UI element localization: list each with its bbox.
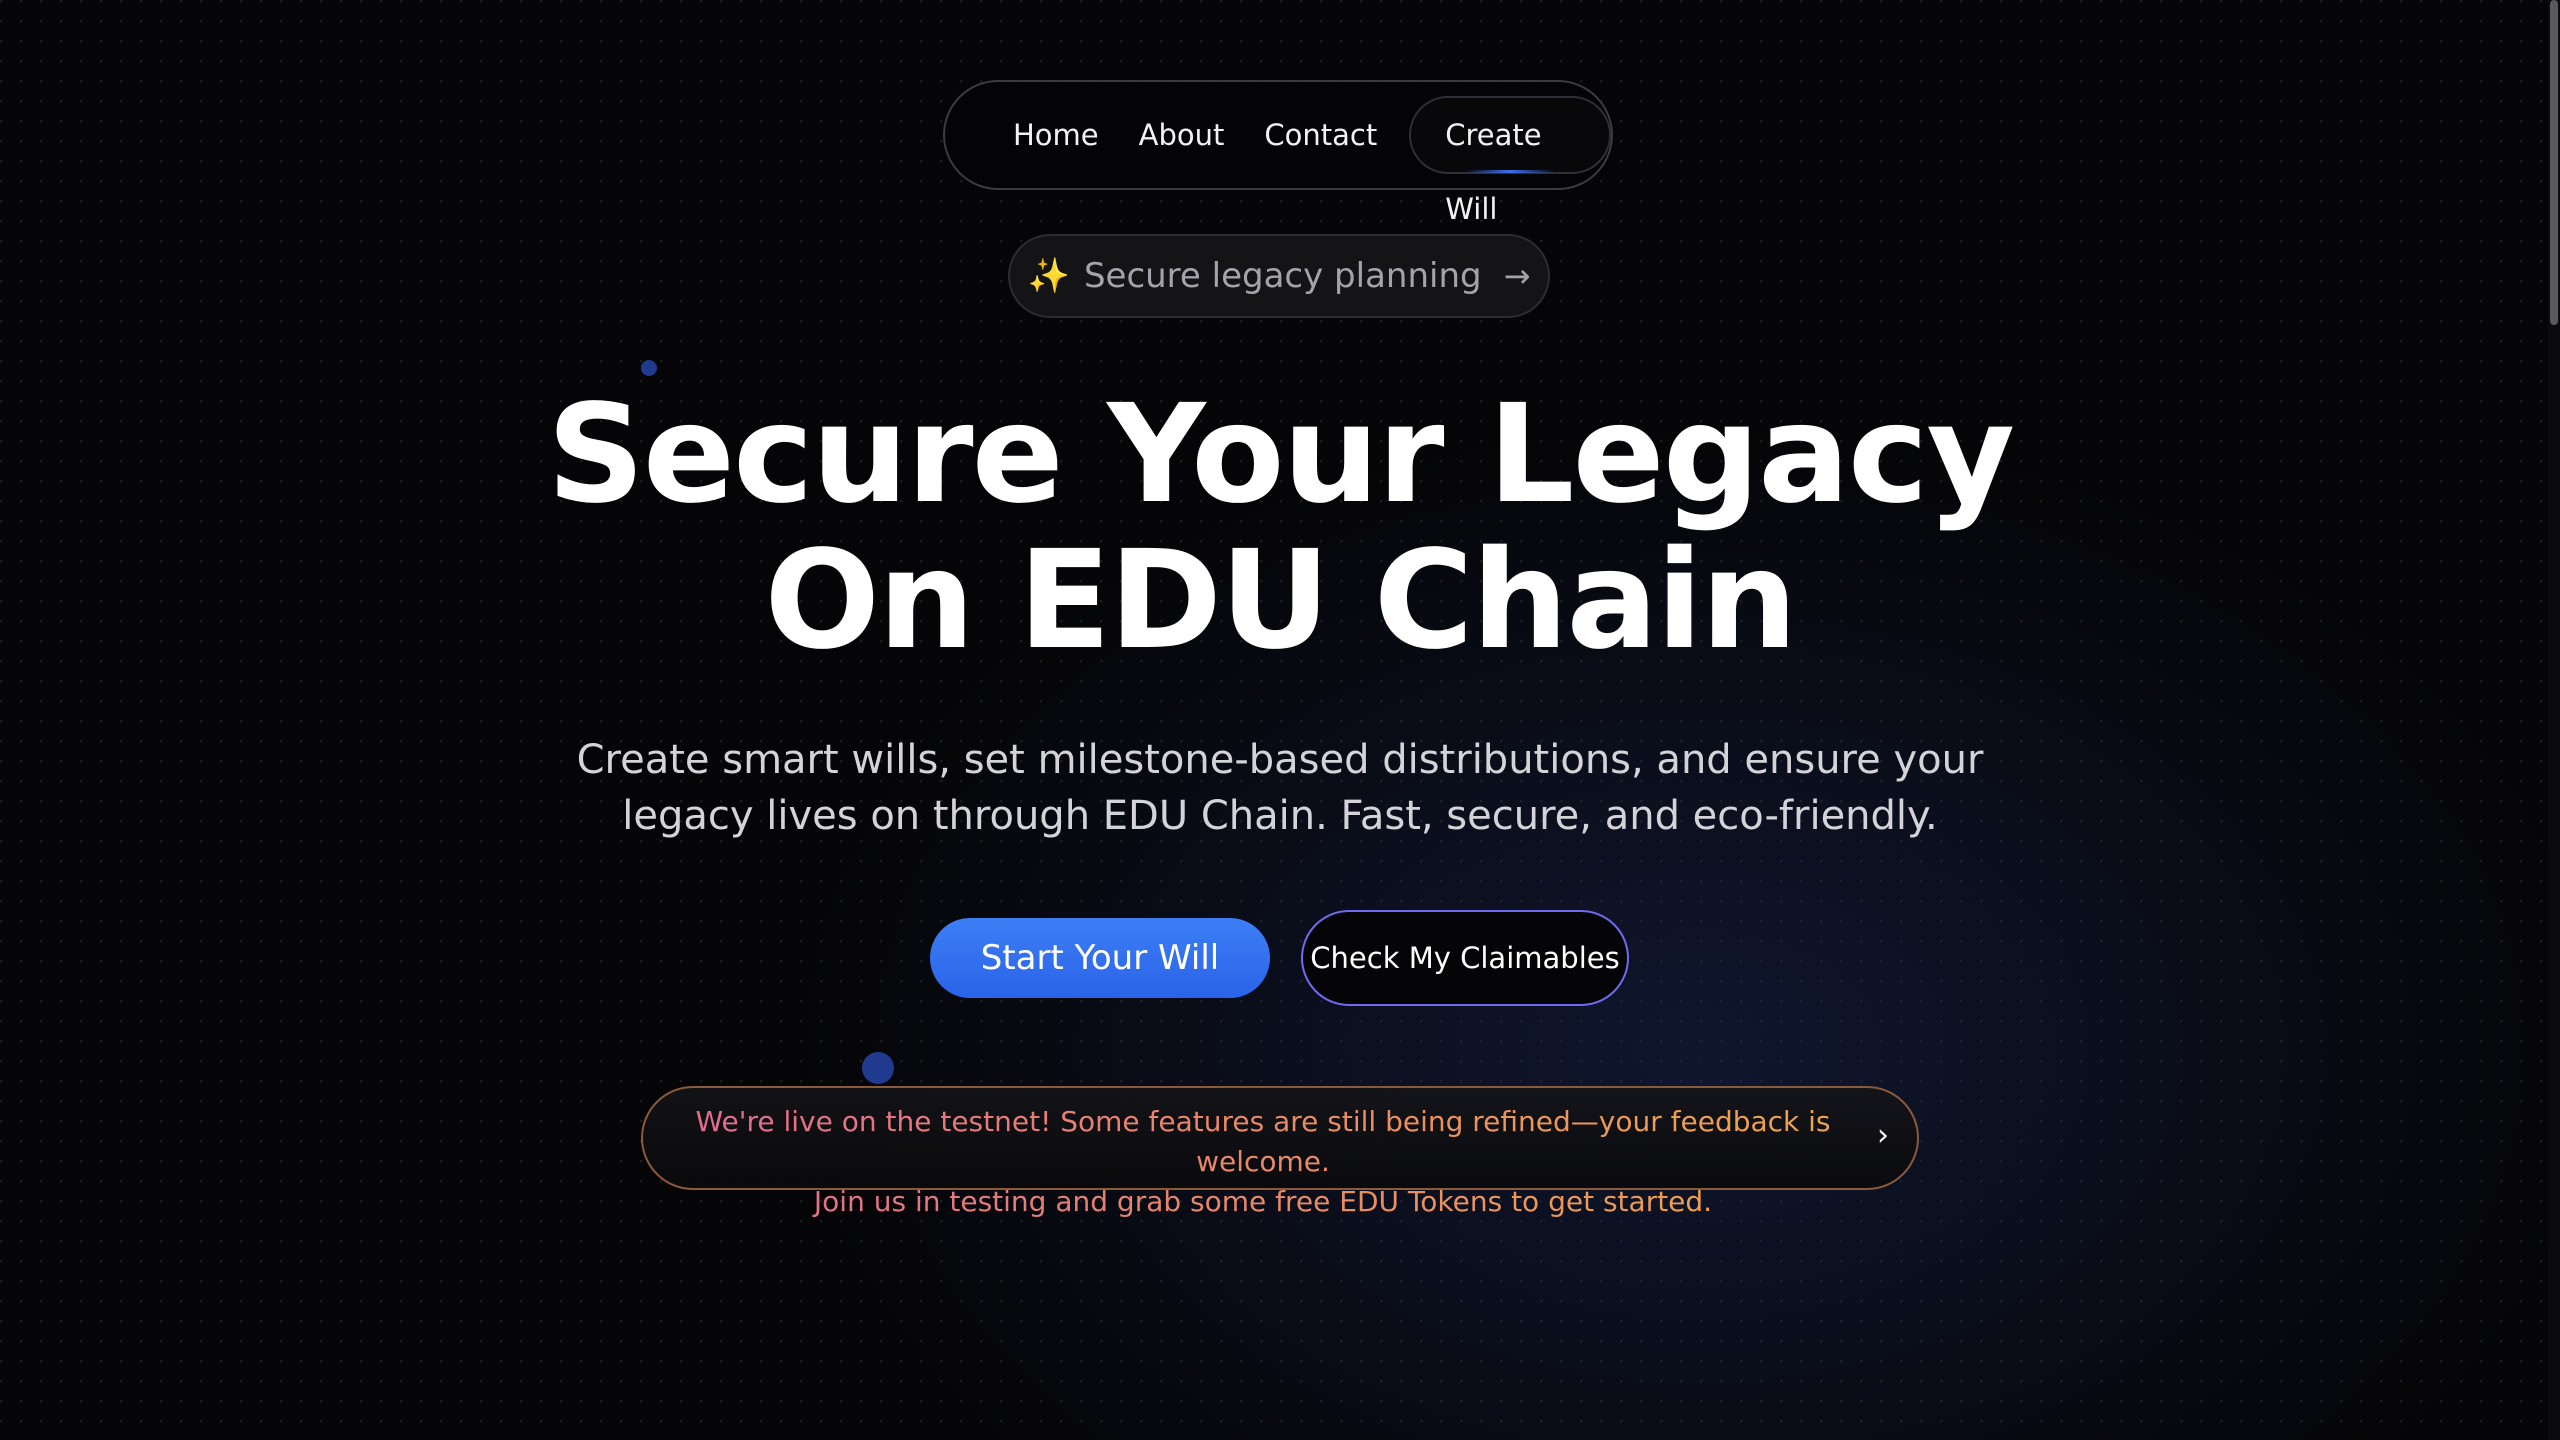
scrollbar[interactable] — [2548, 0, 2560, 1440]
decorative-dot — [862, 1052, 894, 1084]
decorative-dot — [641, 360, 657, 376]
nav-link-home[interactable]: Home — [1013, 118, 1099, 152]
hero-title-line-2: On EDU Chain — [764, 522, 1797, 680]
scrollbar-thumb[interactable] — [2550, 0, 2558, 325]
hero-title-line-1: Secure Your Legacy — [546, 376, 2015, 534]
sparkles-icon: ✨ — [1027, 256, 1070, 296]
hero-subtitle-line-1: Create smart wills, set milestone-based … — [576, 737, 1984, 783]
testnet-announcement[interactable]: We're live on the testnet! Some features… — [641, 1086, 1919, 1190]
announcement-line-2: Join us in testing and grab some free ED… — [813, 1185, 1713, 1218]
landing-page: Home About Contact Create Will ✨ Secure … — [0, 0, 2560, 1440]
hero-subtitle: Create smart wills, set milestone-based … — [560, 732, 2000, 844]
nav-link-about[interactable]: About — [1139, 118, 1225, 152]
announcement-line-1: We're live on the testnet! Some features… — [695, 1105, 1831, 1178]
start-your-will-button[interactable]: Start Your Will — [930, 918, 1270, 998]
legacy-planning-badge[interactable]: ✨ Secure legacy planning → — [1008, 234, 1550, 318]
hero-subtitle-line-2: legacy lives on through EDU Chain. Fast,… — [622, 793, 1938, 839]
arrow-right-icon: → — [1503, 257, 1531, 295]
announcement-text: We're live on the testnet! Some features… — [663, 1102, 1863, 1222]
hero-title: Secure Your Legacy On EDU Chain — [0, 382, 2560, 674]
create-will-button[interactable]: Create Will — [1409, 96, 1611, 226]
check-my-claimables-button[interactable]: Check My Claimables — [1301, 910, 1629, 1006]
nav-link-contact[interactable]: Contact — [1264, 118, 1377, 152]
top-nav: Home About Contact Create Will — [943, 80, 1613, 226]
chevron-right-icon: › — [1877, 1118, 1889, 1153]
badge-label: Secure legacy planning — [1083, 256, 1482, 296]
